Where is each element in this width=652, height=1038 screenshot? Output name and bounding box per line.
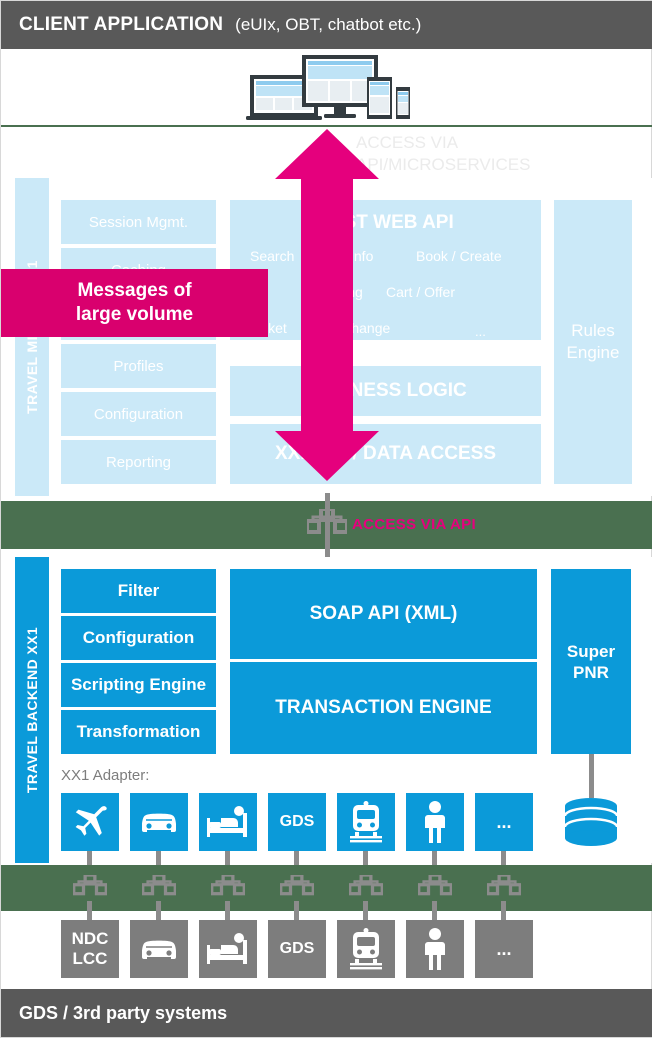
access-via-microservices-label: ACCESS VIA API/MICROSERVICES bbox=[356, 133, 531, 174]
callout-line1: Messages of bbox=[77, 280, 192, 301]
connector-icon bbox=[418, 875, 452, 896]
rules-engine-label-line1: Rules bbox=[571, 321, 615, 340]
hotel-bed-icon bbox=[207, 933, 247, 964]
module-label: Session Mgmt. bbox=[88, 213, 189, 231]
devices-illustration bbox=[246, 53, 411, 121]
adapter-tile-car[interactable] bbox=[130, 793, 188, 851]
access-via-api-label: ACCESS VIA API bbox=[352, 516, 476, 533]
backend-module-label: Scripting Engine bbox=[70, 675, 207, 694]
rules-engine-block[interactable]: Rules Engine bbox=[554, 200, 632, 484]
backend-module-label: Filter bbox=[117, 581, 160, 600]
architecture-diagram: CLIENT APPLICATION (eUIx, OBT, chatbot e… bbox=[0, 0, 652, 1038]
car-icon bbox=[142, 940, 176, 959]
module-label: Profiles bbox=[113, 357, 164, 375]
connector-icon bbox=[487, 875, 521, 896]
module-label: Configuration bbox=[93, 405, 184, 423]
api-item-book-create: Book / Create bbox=[416, 248, 502, 264]
adapter-ellipsis-label: ... bbox=[496, 811, 512, 832]
connector-icon bbox=[73, 875, 107, 896]
connector-icon bbox=[280, 875, 314, 896]
gds-label: GDS bbox=[279, 940, 315, 957]
module-reporting[interactable]: Reporting bbox=[61, 440, 216, 484]
ndc-label: NDC bbox=[71, 929, 109, 948]
gds-third-party-footer: GDS / 3rd party systems bbox=[1, 989, 652, 1037]
backend-module-scripting-engine[interactable]: Scripting Engine bbox=[61, 663, 216, 707]
connector-icon bbox=[349, 875, 383, 896]
adapter-gds-label: GDS bbox=[279, 813, 315, 830]
person-icon bbox=[425, 801, 445, 843]
page-title: CLIENT APPLICATION bbox=[19, 14, 224, 35]
lcc-label: LCC bbox=[72, 949, 108, 968]
client-application-header: CLIENT APPLICATION (eUIx, OBT, chatbot e… bbox=[1, 1, 652, 49]
soap-api-block[interactable]: SOAP API (XML) bbox=[230, 569, 537, 659]
adapter-tile-person[interactable] bbox=[406, 793, 464, 851]
ellipsis-label: ... bbox=[496, 938, 512, 959]
travel-backend-layer: TRAVEL BACKEND XX1 Filter Configuration … bbox=[1, 557, 652, 863]
third-party-tile-ndc-lcc[interactable]: NDC LCC bbox=[61, 920, 119, 978]
middleware-rail: TRAVEL MIDDLE iXX1 bbox=[15, 178, 49, 496]
access-via-microservices-divider bbox=[1, 125, 652, 127]
module-profiles[interactable]: Profiles bbox=[61, 344, 216, 388]
third-party-tile-ellipsis[interactable]: ... bbox=[475, 920, 533, 978]
adapter-tile-gds[interactable]: GDS bbox=[268, 793, 326, 851]
super-pnr-db-connector bbox=[589, 754, 594, 798]
train-icon bbox=[350, 928, 382, 970]
rules-engine-label-line2: Engine bbox=[566, 343, 620, 362]
api-item-cart-offer: Cart / Offer bbox=[386, 284, 455, 300]
super-pnr-block[interactable]: Super PNR bbox=[551, 569, 631, 754]
person-icon bbox=[425, 928, 445, 970]
devices-icon bbox=[246, 55, 410, 120]
database-block[interactable] bbox=[562, 796, 620, 854]
transaction-engine-label: TRANSACTION ENGINE bbox=[275, 697, 492, 718]
backend-module-filter[interactable]: Filter bbox=[61, 569, 216, 613]
airplane-icon bbox=[75, 806, 107, 836]
third-party-tile-hotel[interactable] bbox=[199, 920, 257, 978]
super-pnr-label-line1: Super bbox=[566, 641, 616, 661]
module-configuration[interactable]: Configuration bbox=[61, 392, 216, 436]
database-cylinder-icon bbox=[563, 798, 619, 846]
backend-module-label: Configuration bbox=[82, 628, 195, 647]
module-session-mgmt[interactable]: Session Mgmt. bbox=[61, 200, 216, 244]
adapter-tile-hotel[interactable] bbox=[199, 793, 257, 851]
backend-rail: TRAVEL BACKEND XX1 bbox=[15, 557, 49, 863]
super-pnr-label-line2: PNR bbox=[573, 662, 609, 682]
module-label: Reporting bbox=[105, 453, 172, 471]
train-icon bbox=[350, 801, 382, 843]
hotel-bed-icon bbox=[207, 806, 247, 837]
third-party-tile-train[interactable] bbox=[337, 920, 395, 978]
connector-icon bbox=[142, 875, 176, 896]
car-icon bbox=[142, 813, 176, 832]
backend-module-transformation[interactable]: Transformation bbox=[61, 710, 216, 754]
third-party-tile-car[interactable] bbox=[130, 920, 188, 978]
soap-api-label: SOAP API (XML) bbox=[309, 603, 458, 624]
third-party-tile-person[interactable] bbox=[406, 920, 464, 978]
adapter-caption: XX1 Adapter: bbox=[61, 767, 150, 784]
third-party-tile-gds[interactable]: GDS bbox=[268, 920, 326, 978]
adapter-tile-train[interactable] bbox=[337, 793, 395, 851]
messages-large-volume-callout: Messages of large volume bbox=[1, 269, 268, 337]
connector-icon bbox=[211, 875, 245, 896]
callout-line2: large volume bbox=[75, 304, 194, 325]
backend-module-configuration[interactable]: Configuration bbox=[61, 616, 216, 660]
large-volume-arrow bbox=[275, 129, 379, 481]
backend-rail-label: TRAVEL BACKEND XX1 bbox=[24, 626, 40, 794]
backend-module-label: Transformation bbox=[76, 722, 201, 741]
api-item-ellipsis: ... bbox=[475, 324, 486, 339]
double-arrow-icon bbox=[275, 129, 379, 481]
adapter-tile-airplane[interactable] bbox=[61, 793, 119, 851]
adapter-tile-ellipsis[interactable]: ... bbox=[475, 793, 533, 851]
api-connector-icon bbox=[307, 509, 347, 534]
transaction-engine-block[interactable]: TRANSACTION ENGINE bbox=[230, 662, 537, 754]
page-subtitle: (eUIx, OBT, chatbot etc.) bbox=[235, 15, 422, 34]
footer-title: GDS / 3rd party systems bbox=[19, 1002, 228, 1023]
